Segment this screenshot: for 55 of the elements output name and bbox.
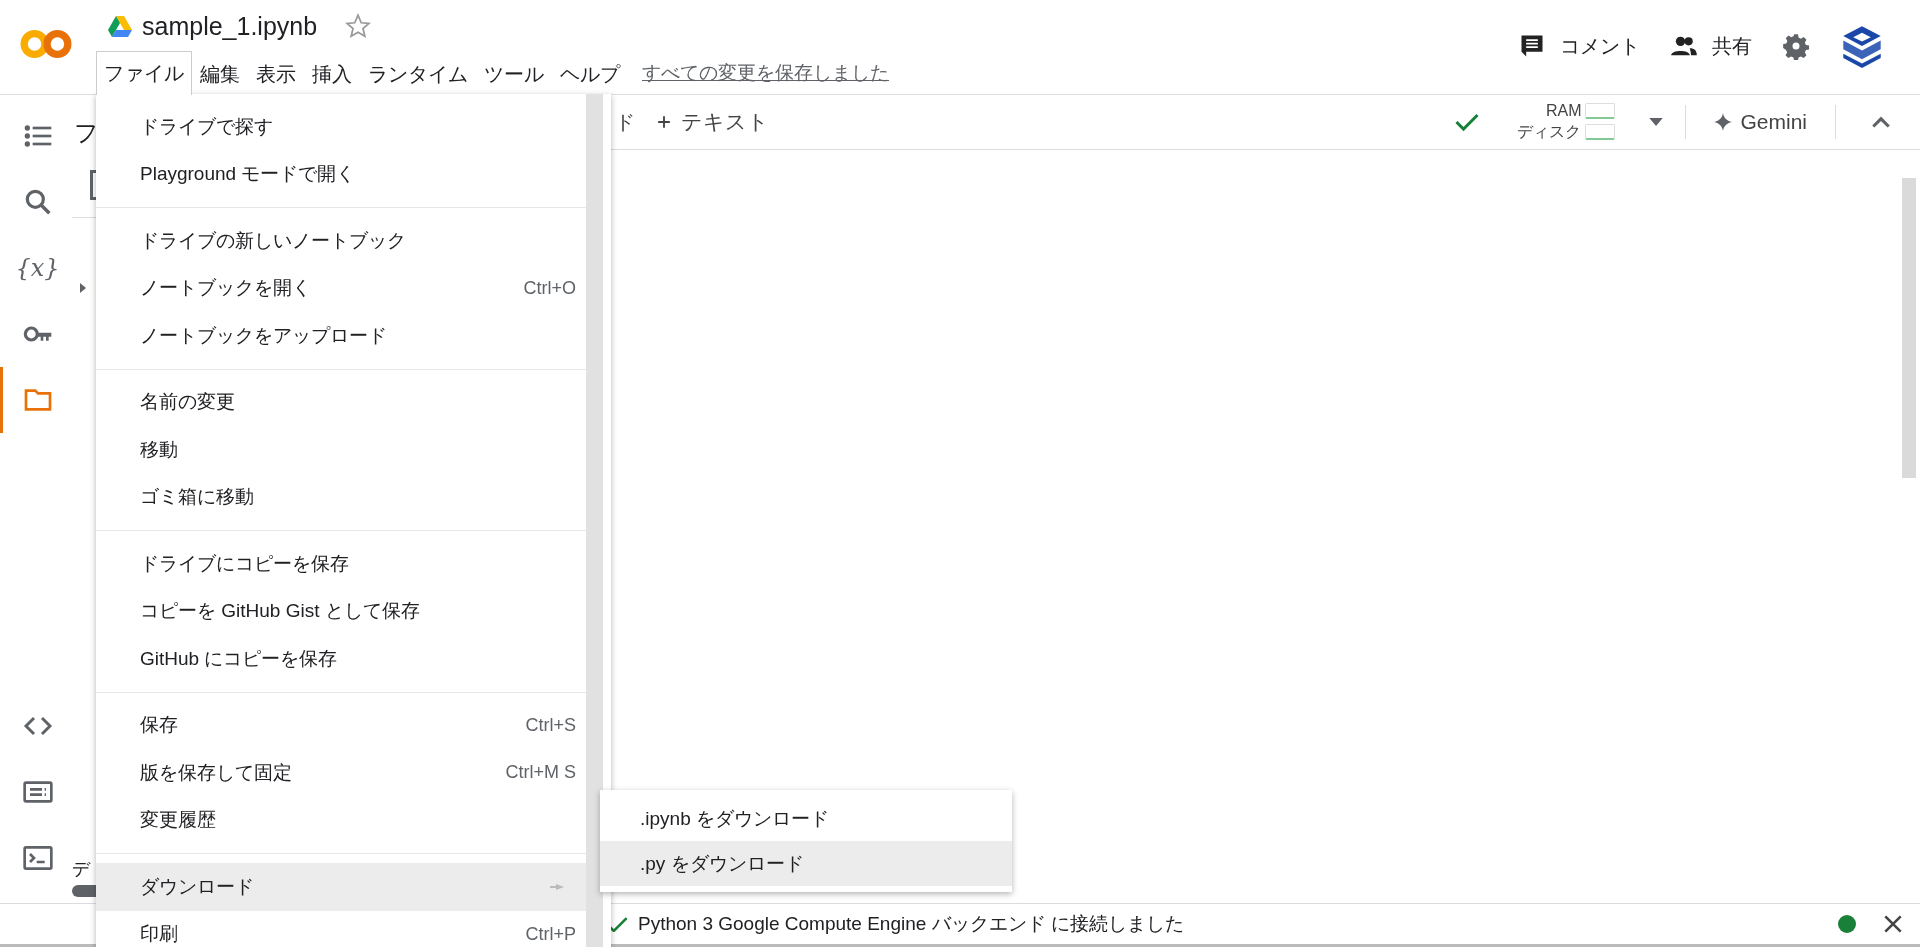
- menu-item[interactable]: ノートブックをアップロード: [96, 312, 586, 360]
- header-action-button[interactable]: 共有: [1670, 32, 1752, 60]
- add-code-button[interactable]: ド: [615, 108, 635, 136]
- menu-item[interactable]: 移動: [96, 426, 586, 474]
- plus-icon: [657, 115, 671, 129]
- menu-item[interactable]: ノートブックを開く Ctrl+O: [96, 264, 586, 312]
- menu-item[interactable]: ドライブで探す: [96, 103, 586, 151]
- menu-tab[interactable]: 表示: [248, 52, 304, 94]
- panel-heading: フ: [74, 118, 99, 148]
- expand-arrow-icon[interactable]: [78, 281, 88, 295]
- menu-tab[interactable]: 挿入: [304, 52, 360, 94]
- settings-icon[interactable]: [1782, 32, 1810, 60]
- save-status-link[interactable]: すべての変更を保存しました: [642, 60, 889, 86]
- drive-icon[interactable]: [108, 15, 132, 37]
- menu-item[interactable]: 名前の変更: [96, 378, 586, 426]
- menu-tab[interactable]: ランタイム: [360, 52, 476, 94]
- menu-tab[interactable]: ヘルプ: [552, 52, 628, 94]
- menu-item[interactable]: 印刷 Ctrl+P: [96, 910, 586, 947]
- variables-label: {x}: [15, 254, 60, 282]
- sparkle-icon: [1714, 113, 1733, 131]
- collapse-caret-icon[interactable]: [1872, 116, 1890, 128]
- dropdown-caret-icon[interactable]: [1649, 117, 1664, 127]
- gemini-button[interactable]: Gemini: [1708, 109, 1813, 135]
- resource-monitor[interactable]: RAM ディスク: [1517, 101, 1616, 143]
- resource-label: ディスク: [1517, 121, 1582, 142]
- status-message: Python 3 Google Compute Engine バックエンド に接続しました: [638, 912, 1184, 936]
- menu-item[interactable]: Playground モードで開く: [96, 150, 586, 198]
- logo-icon[interactable]: [20, 28, 72, 60]
- menu-tab[interactable]: 編集: [192, 52, 248, 94]
- header-action-button[interactable]: コメント: [1518, 32, 1640, 60]
- menu-tab[interactable]: ファイル: [96, 51, 192, 95]
- star-icon[interactable]: [345, 13, 372, 39]
- resource-label: RAM: [1545, 101, 1582, 120]
- notebook-title[interactable]: sample_1.ipynb: [142, 11, 318, 41]
- sidebar-tab[interactable]: {x}: [0, 235, 72, 301]
- menu-item[interactable]: ドライブの新しいノートブック: [96, 217, 586, 265]
- submenu-item[interactable]: .py をダウンロード: [600, 841, 1012, 886]
- panel-footer-text: デ: [72, 858, 90, 881]
- menu-item[interactable]: コピーを GitHub Gist として保存: [96, 587, 586, 635]
- resource-graph: [1585, 102, 1616, 119]
- menu-tab[interactable]: ツール: [476, 52, 552, 94]
- menu-item[interactable]: GitHub にコピーを保存: [96, 635, 586, 683]
- submenu-item[interactable]: .ipynb をダウンロード: [600, 796, 1012, 841]
- close-icon[interactable]: [1884, 915, 1902, 933]
- add-text-button[interactable]: テキスト: [653, 104, 773, 140]
- menu-item[interactable]: ゴミ箱に移動: [96, 473, 586, 521]
- menu-item[interactable]: 保存 Ctrl+S: [96, 701, 586, 749]
- menu-scrollbar[interactable]: [586, 94, 603, 947]
- menu-item[interactable]: 版を保存して固定 Ctrl+M S: [96, 749, 586, 797]
- menu-item[interactable]: ドライブにコピーを保存: [96, 540, 586, 588]
- cube-logo-icon[interactable]: [1840, 24, 1884, 68]
- resource-graph: [1585, 124, 1616, 140]
- menu-item[interactable]: ダウンロード: [96, 863, 586, 911]
- scrollbar-thumb[interactable]: [1902, 178, 1916, 478]
- menu-item[interactable]: 変更履歴: [96, 796, 586, 844]
